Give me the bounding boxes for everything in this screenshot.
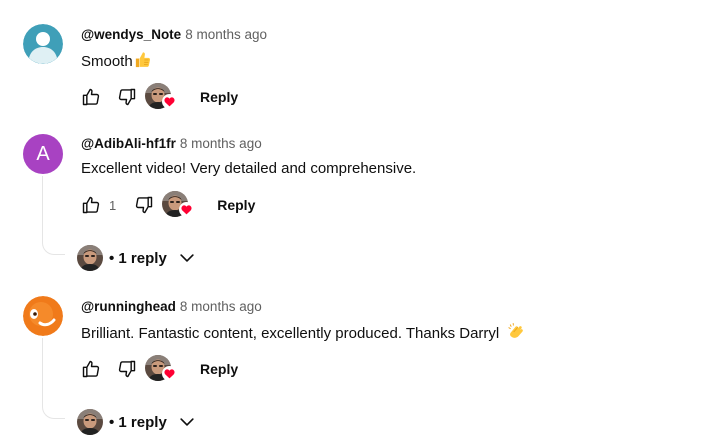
comment-header: @AdibAli-hf1fr 8 months ago [81, 135, 262, 153]
reply-button[interactable]: Reply [200, 89, 238, 105]
comment-time[interactable]: 8 months ago [185, 27, 267, 42]
heart-icon [179, 202, 194, 222]
avatar[interactable]: A [23, 134, 63, 174]
comment-header: @runninghead 8 months ago [81, 298, 262, 316]
comment-text: Smooth [81, 53, 133, 70]
reply-button[interactable]: Reply [217, 197, 255, 213]
like-icon[interactable] [81, 195, 101, 215]
replies-count-label: • 1 reply [109, 413, 167, 431]
heart-icon [162, 94, 177, 114]
heart-icon [162, 366, 177, 386]
creator-heart-badge [145, 83, 173, 111]
clapping-hands-emoji-icon [507, 322, 526, 347]
comment-actions: Reply [81, 83, 238, 111]
thread-connector [42, 176, 65, 255]
avatar[interactable] [23, 296, 63, 336]
comment-text: Brilliant. Fantastic content, excellentl… [81, 325, 500, 342]
avatar-letter: A [36, 142, 50, 165]
comment-text-row: Brilliant. Fantastic content, excellentl… [81, 322, 526, 347]
thumbs-up-emoji-icon [133, 50, 152, 75]
comment-header: @wendys_Note 8 months ago [81, 26, 267, 44]
reply-author-avatar [77, 245, 103, 271]
comment-actions: Reply [81, 355, 238, 383]
thread-connector [42, 338, 65, 419]
comment-time[interactable]: 8 months ago [180, 299, 262, 314]
creator-heart-badge [145, 355, 173, 383]
view-replies-button[interactable]: • 1 reply [77, 407, 197, 437]
dislike-icon[interactable] [117, 359, 137, 379]
chevron-down-icon [177, 412, 197, 432]
comment-author[interactable]: @wendys_Note [81, 27, 181, 42]
like-icon[interactable] [81, 359, 101, 379]
comment-time[interactable]: 8 months ago [180, 136, 262, 151]
dislike-icon[interactable] [117, 87, 137, 107]
dislike-icon[interactable] [134, 195, 154, 215]
comment-actions: 1 Reply [81, 191, 255, 219]
reply-button[interactable]: Reply [200, 361, 238, 377]
like-icon[interactable] [81, 87, 101, 107]
reply-author-avatar [77, 409, 103, 435]
like-count: 1 [109, 197, 117, 213]
chevron-down-icon [177, 248, 197, 268]
comment-author[interactable]: @AdibAli-hf1fr [81, 136, 176, 151]
creator-heart-badge [162, 191, 190, 219]
avatar[interactable] [23, 24, 63, 64]
view-replies-button[interactable]: • 1 reply [77, 243, 197, 273]
comment-author[interactable]: @runninghead [81, 299, 176, 314]
replies-count-label: • 1 reply [109, 249, 167, 267]
comment-text: Excellent video! Very detailed and compr… [81, 160, 417, 177]
default-person-avatar-icon [23, 24, 63, 64]
comment-text-row: Smooth [81, 50, 152, 75]
orange-smiley-avatar-icon [23, 296, 63, 336]
